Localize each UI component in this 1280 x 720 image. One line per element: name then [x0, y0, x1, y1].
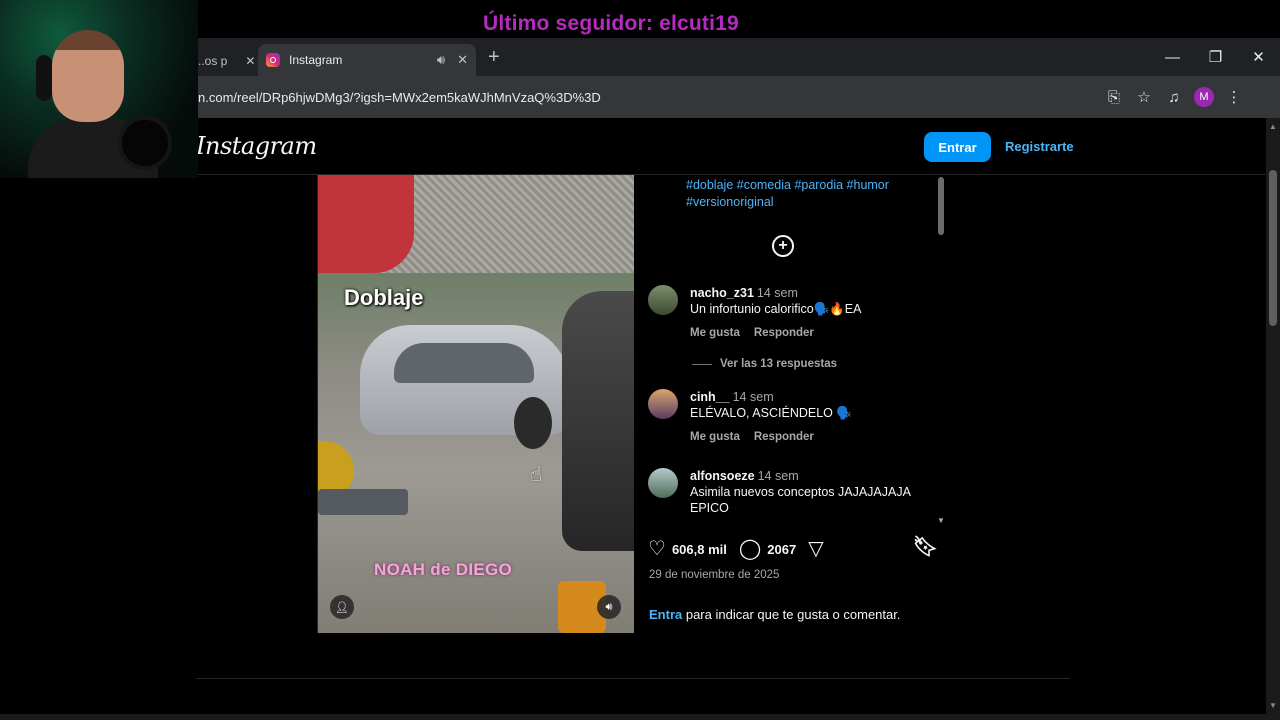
comments-scrollbar-thumb[interactable]	[938, 177, 944, 235]
view-replies-label: Ver las 13 respuestas	[720, 358, 837, 370]
comment-time: 14 sem	[757, 469, 799, 483]
reel-video[interactable]: Doblaje NOAH de DIEGO 👤︎ 🔊︎	[318, 175, 634, 633]
comment-text: Asimila nuevos conceptos JAJAJAJAJA EPIC…	[690, 485, 911, 515]
comment-username[interactable]: cinh__	[690, 390, 730, 404]
comment-username[interactable]: nacho_z31	[690, 286, 754, 300]
profile-avatar[interactable]: M	[1194, 87, 1214, 107]
comment-text: Un infortunio calorifico🗣️🔥EA	[690, 302, 862, 316]
comment-body: nacho_z31 14 sem Un infortunio calorifico…	[690, 285, 930, 341]
comment-count: 2067	[767, 541, 797, 557]
hand-cursor-icon: ☝︎	[530, 464, 543, 486]
bookmark-icon[interactable]: 🔖︎	[913, 537, 938, 557]
instagram-logo[interactable]: Instagram	[196, 132, 317, 160]
video-car-window	[394, 343, 534, 383]
webcam-overlay	[0, 0, 198, 178]
login-button[interactable]: Entrar	[924, 132, 991, 162]
new-tab-button[interactable]: +	[488, 46, 500, 68]
close-icon[interactable]: ✕	[245, 54, 255, 68]
webcam-person-head	[52, 30, 124, 122]
comment-reply-link[interactable]: Responder	[754, 429, 814, 445]
signup-link[interactable]: Registrarte	[1005, 139, 1074, 154]
install-app-icon[interactable]: ⎘	[1104, 85, 1124, 109]
taskbar-edge	[0, 714, 1280, 720]
comment-icon[interactable]: ◯	[739, 539, 761, 559]
comment-time: 14 sem	[732, 390, 774, 404]
menu-kebab-icon[interactable]: ⋮	[1224, 85, 1244, 109]
bookmark-star-icon[interactable]: ☆	[1134, 85, 1154, 109]
tab-previous[interactable]: ..os p ✕	[198, 46, 255, 76]
webcam-microphone	[118, 116, 172, 170]
close-window-icon[interactable]: ✕	[1237, 44, 1280, 70]
scroll-down-arrow-icon[interactable]: ▼	[937, 516, 945, 525]
audio-toggle-icon[interactable]: 🔊︎	[597, 595, 621, 619]
like-count: 606,8 mil	[671, 541, 727, 557]
post-date: 29 de noviembre de 2025	[649, 569, 780, 581]
comment-actions: Me gusta Responder	[690, 325, 930, 341]
webcam-headphone	[36, 55, 52, 101]
avatar[interactable]	[648, 389, 678, 419]
tab-instagram[interactable]: Instagram 🔊︎ ✕	[258, 44, 476, 76]
avatar[interactable]	[648, 285, 678, 315]
video-chair	[318, 489, 408, 515]
tab-title: Instagram	[289, 53, 343, 67]
post-hashtags[interactable]: #doblaje #comedia #parodia #humor #versi…	[686, 177, 926, 211]
share-icon[interactable]: ▽	[808, 539, 823, 559]
page-scrollbar-thumb[interactable]	[1269, 170, 1277, 326]
load-more-comments-icon[interactable]: +	[772, 235, 794, 257]
address-bar[interactable]: n.com/reel/DRp6hjwDMg3/?igsh=MWx2em5kaWJ…	[190, 81, 970, 113]
page-content: Instagram Entrar Registrarte Doblaje NOA…	[0, 118, 1266, 714]
scroll-down-arrow-icon[interactable]: ▼	[1269, 701, 1277, 710]
video-car-wheel	[514, 397, 552, 449]
comment-text: ELÉVALO, ASCIÉNDELO 🗣️	[690, 406, 852, 420]
comment-like-link[interactable]: Me gusta	[690, 325, 740, 341]
comments-list[interactable]: #doblaje #comedia #parodia #humor #versi…	[634, 175, 934, 525]
login-prompt-link[interactable]: Entra	[649, 607, 682, 622]
video-red-shirt	[318, 175, 414, 273]
comment-body: alfonsoeze 14 sem Asimila nuevos concepto…	[690, 468, 930, 516]
comment-actions: Me gusta Responder	[690, 429, 930, 445]
page-scrollbar[interactable]: ▲ ▼	[1266, 118, 1280, 714]
speaker-icon[interactable]: 🔊︎	[437, 52, 445, 68]
comment-like-link[interactable]: Me gusta	[690, 429, 740, 445]
comment-time: 14 sem	[756, 286, 798, 300]
instagram-favicon-icon	[266, 53, 280, 67]
minimize-icon[interactable]: —	[1151, 44, 1194, 70]
tagged-user-icon[interactable]: 👤︎	[330, 595, 354, 619]
stream-overlay-banner: Último seguidor: elcuti19	[198, 0, 1280, 40]
window-controls: — ❐ ✕	[1151, 44, 1280, 70]
comment-reply-link[interactable]: Responder	[754, 325, 814, 341]
login-prompt-text: para indicar que te gusta o comentar.	[682, 607, 901, 622]
reel-post: Doblaje NOAH de DIEGO 👤︎ 🔊︎ #doblaje #co…	[317, 175, 950, 633]
video-dark-car	[562, 291, 634, 551]
comments-scrollbar[interactable]: ▼	[936, 175, 946, 525]
avatar[interactable]	[648, 468, 678, 498]
login-prompt: Entra para indicar que te gusta o coment…	[649, 607, 900, 622]
tab-previous-title: ..os p	[198, 54, 228, 68]
page-divider	[196, 678, 1070, 679]
comment-username[interactable]: alfonsoeze	[690, 469, 755, 483]
video-caption-bottom: NOAH de DIEGO	[374, 560, 513, 579]
comments-pane: #doblaje #comedia #parodia #humor #versi…	[634, 175, 950, 633]
last-follower-text: Último seguidor: elcuti19	[483, 12, 739, 35]
heart-icon[interactable]: ♡	[648, 539, 666, 559]
view-replies-link[interactable]: Ver las 13 respuestas	[692, 358, 837, 370]
close-icon[interactable]: ✕	[457, 52, 468, 68]
screen: Último seguidor: elcuti19 ..os p ✕ Insta…	[0, 0, 1280, 720]
scroll-up-arrow-icon[interactable]: ▲	[1269, 122, 1277, 131]
toolbar-icons: ⎘ ☆ ♫ M ⋮	[1104, 85, 1244, 109]
post-actions: ♡ 606,8 mil ◯ 2067 ▽ 🔖︎	[648, 535, 938, 563]
media-control-icon[interactable]: ♫	[1164, 85, 1184, 109]
comment-body: cinh__ 14 sem ELÉVALO, ASCIÉNDELO 🗣️ Me g…	[690, 389, 930, 445]
video-caption-top: Doblaje	[344, 285, 424, 310]
replies-divider	[692, 363, 712, 365]
restore-icon[interactable]: ❐	[1194, 44, 1237, 70]
